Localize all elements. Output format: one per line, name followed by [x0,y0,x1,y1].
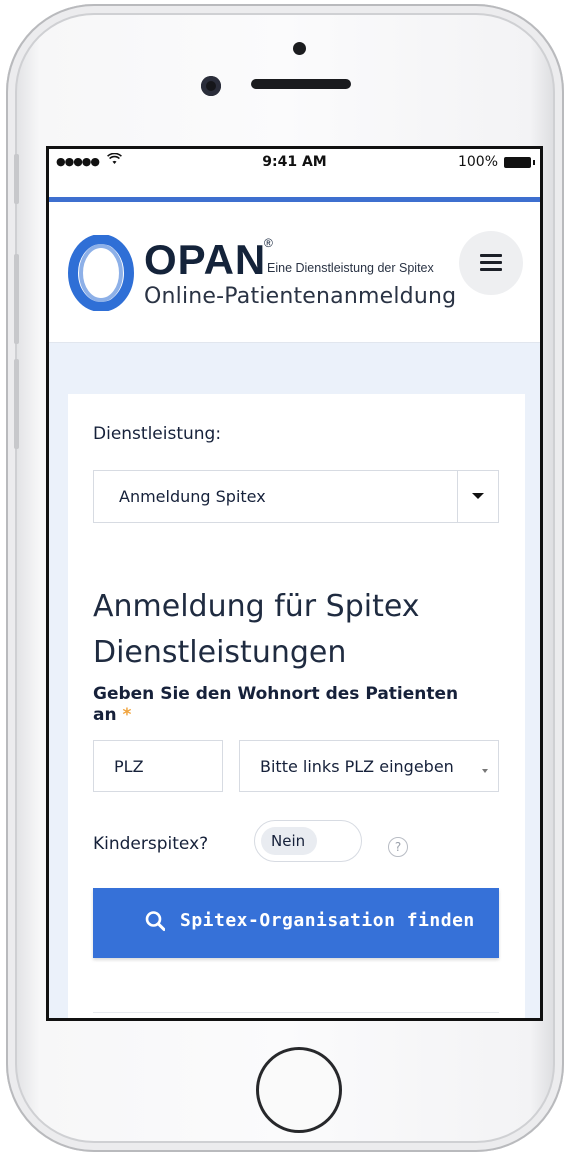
volume-down-button [14,359,19,449]
service-select[interactable]: Anmeldung Spitex [93,470,499,523]
menu-icon-bar [480,261,502,264]
chevron-down-icon[interactable] [457,471,498,522]
proximity-sensor [293,42,306,55]
ort-select[interactable]: Bitte links PLZ eingeben [239,740,499,792]
mute-switch [14,154,19,204]
chevron-down-icon [482,769,488,773]
service-label: Dienstleistung: [93,424,222,444]
toggle-value: Nein [271,832,306,850]
plz-input[interactable]: PLZ [93,740,223,792]
kinderspitex-label: Kinderspitex? [93,834,209,854]
brand-name: OPAN [144,236,267,283]
menu-icon-bar [480,268,502,271]
battery-icon [504,157,535,168]
menu-button[interactable] [459,231,523,295]
ort-placeholder: Bitte links PLZ eingeben [260,757,454,776]
page-title: Anmeldung für Spitex Dienstleistungen [93,589,420,671]
find-organisation-label: Spitex-Organisation finden [180,910,475,931]
find-organisation-button[interactable]: Spitex-Organisation finden [93,888,499,958]
required-marker: * [122,705,132,725]
brand-tagline: Eine Dienstleistung der Spitex [267,261,434,275]
brand-subtitle: Online-Patientenanmeldung [144,284,457,309]
help-icon[interactable]: ? [388,837,408,857]
section-divider [93,1012,499,1013]
phone-screen: ●●●●● 9:41 AM 100% OPAN ® Eine Dienstlei… [46,146,543,1021]
volume-up-button [14,254,19,344]
earpiece-speaker [251,79,351,89]
toggle-knob: Nein [261,827,317,855]
registration-form: Dienstleistung: Anmeldung Spitex Anmeldu… [68,394,525,1018]
battery-percentage: 100% [457,154,498,170]
search-icon [145,910,166,934]
status-bar: ●●●●● 9:41 AM 100% [49,149,540,197]
plz-placeholder: PLZ [114,757,144,776]
kinderspitex-toggle[interactable]: Nein [254,820,362,862]
location-label: Geben Sie den Wohnort des Patienten an * [93,684,473,726]
opan-logo-icon[interactable] [68,234,134,312]
location-label-text: Geben Sie den Wohnort des Patienten an [93,684,459,725]
home-button[interactable] [256,1047,342,1133]
menu-icon [480,254,502,257]
registered-mark: ® [264,236,273,250]
site-header: OPAN ® Eine Dienstleistung der Spitex On… [49,202,540,343]
service-select-value: Anmeldung Spitex [119,487,266,506]
front-camera [201,76,221,96]
